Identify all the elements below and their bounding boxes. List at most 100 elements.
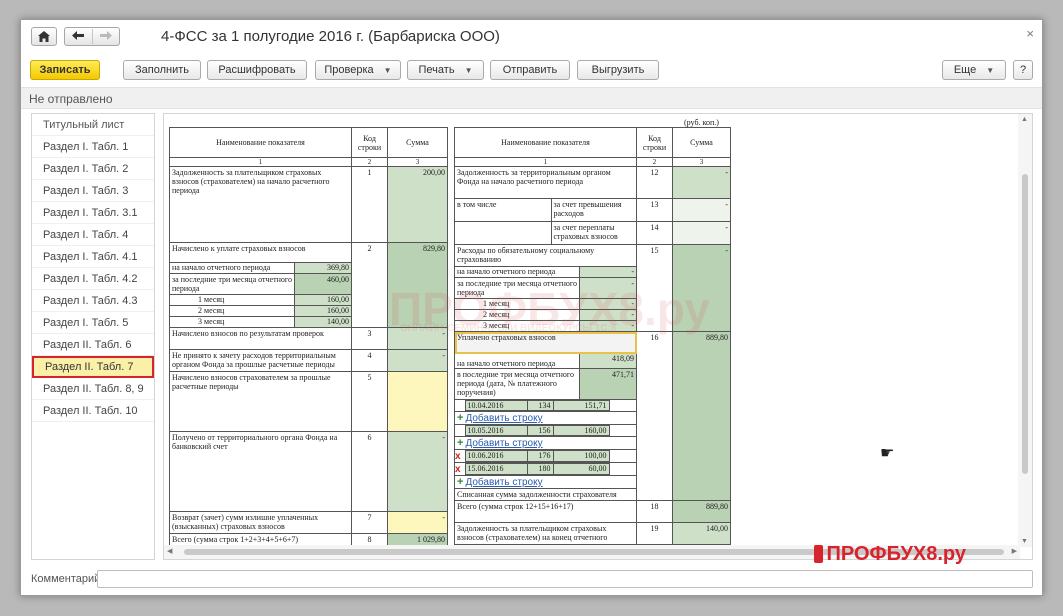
scroll-right-icon[interactable]: ▶	[1012, 547, 1017, 555]
sidebar-item-s1-t2[interactable]: Раздел I. Табл. 2	[32, 158, 154, 180]
cell-sum[interactable]: -	[579, 267, 636, 277]
sub-row: 1 месяц -	[454, 298, 637, 310]
check-button[interactable]: Проверка ▼	[315, 60, 401, 80]
cell-sum-input[interactable]	[387, 371, 448, 432]
check-label: Проверка	[324, 64, 374, 76]
cell-sum[interactable]: -	[672, 221, 731, 245]
add-row-link[interactable]: Добавить строку	[465, 438, 542, 449]
back-button[interactable]	[65, 30, 92, 43]
window-title: 4-ФСС за 1 полугодие 2016 г. (Барбариска…	[161, 28, 500, 45]
more-button[interactable]: Еще ▼	[942, 60, 1006, 80]
cell-sum[interactable]: -	[579, 310, 636, 320]
cell-sum[interactable]: -	[672, 244, 731, 332]
sidebar-item-title-page[interactable]: Титульный лист	[32, 114, 154, 136]
row-label: за последние три месяца отчетного период…	[455, 278, 581, 298]
delete-icon[interactable]: x	[456, 464, 466, 475]
row-label: в последние три месяца отчетного периода…	[455, 369, 581, 399]
sidebar-item-s1-t3[interactable]: Раздел I. Табл. 3	[32, 180, 154, 202]
row-label: Расходы по обязательному социальному стр…	[454, 244, 637, 267]
payment-number[interactable]: 134	[526, 400, 554, 411]
cell-sum[interactable]: -	[672, 198, 731, 222]
payment-sum[interactable]: 60,00	[552, 463, 610, 475]
add-row-link[interactable]: Добавить строку	[465, 413, 542, 424]
payment-sum[interactable]: 151,71	[552, 400, 610, 411]
payment-sum[interactable]: 100,00	[552, 450, 610, 462]
plus-icon[interactable]: +	[457, 438, 463, 449]
cell-sum[interactable]: 418,09	[579, 354, 636, 368]
payment-date[interactable]: 10.05.2016	[464, 425, 528, 436]
help-button[interactable]: ?	[1013, 60, 1033, 80]
send-button[interactable]: Отправить	[490, 60, 570, 80]
decode-button[interactable]: Расшифровать	[207, 60, 307, 80]
sidebar-item-s1-t4-1[interactable]: Раздел I. Табл. 4.1	[32, 246, 154, 268]
row-code: 6	[351, 431, 388, 512]
payment-date[interactable]: 10.06.2016	[464, 450, 528, 462]
cell-sum[interactable]: -	[387, 349, 448, 372]
cell-sum[interactable]: 160,00	[294, 295, 351, 305]
sidebar-item-s2-t10[interactable]: Раздел II. Табл. 10	[32, 400, 154, 422]
scroll-up-icon[interactable]: ▲	[1021, 116, 1028, 123]
cell-sum[interactable]: -	[387, 327, 448, 350]
delete-icon[interactable]: x	[456, 451, 466, 462]
payment-number[interactable]: 156	[526, 425, 554, 436]
fill-button[interactable]: Заполнить	[123, 60, 201, 80]
sidebar-item-s2-t7[interactable]: Раздел II. Табл. 7	[32, 356, 154, 378]
cell-sum[interactable]: 200,00	[387, 166, 448, 243]
scroll-thumb[interactable]	[1022, 174, 1028, 474]
cell-sum[interactable]: 140,00	[672, 522, 731, 545]
save-button[interactable]: Записать	[30, 60, 100, 80]
sidebar-item-s1-t5[interactable]: Раздел I. Табл. 5	[32, 312, 154, 334]
col-number: 1	[454, 157, 637, 167]
cell-sum-input[interactable]: -	[387, 511, 448, 534]
payment-number[interactable]: 180	[526, 463, 554, 475]
sub-row: на начало отчетного периода 369,80	[169, 262, 352, 274]
sub-row: 3 месяц 140,00	[169, 316, 352, 328]
row-label-selected[interactable]: Уплачено страховых взносов	[454, 331, 637, 354]
hand-cursor-icon: ☛	[880, 445, 895, 462]
cell-sum[interactable]: 829,80	[387, 242, 448, 328]
payment-row: 10.04.2016 134 151,71	[454, 399, 637, 412]
add-row-link[interactable]: Добавить строку	[465, 477, 542, 488]
cell-sum[interactable]: 460,00	[294, 274, 351, 294]
payment-date[interactable]: 15.06.2016	[464, 463, 528, 475]
sub-row: в том числе за счет превышения расходов	[454, 198, 637, 222]
sub-row: за счет переплаты страховых взносов	[454, 221, 637, 245]
cell-sum[interactable]: 369,80	[294, 263, 351, 273]
scroll-down-icon[interactable]: ▼	[1021, 538, 1028, 545]
scroll-left-icon[interactable]: ◀	[167, 547, 172, 555]
vertical-scrollbar[interactable]: ▲ ▼	[1018, 114, 1032, 547]
cell-sum[interactable]: 889,80	[672, 331, 731, 501]
comment-input[interactable]	[97, 570, 1033, 588]
sidebar-item-s1-t4[interactable]: Раздел I. Табл. 4	[32, 224, 154, 246]
cell-sum[interactable]: 471,71	[579, 369, 636, 399]
cell-sum[interactable]: -	[579, 321, 636, 331]
plus-icon[interactable]: +	[457, 413, 463, 424]
payment-number[interactable]: 176	[526, 450, 554, 462]
upload-button[interactable]: Выгрузить	[577, 60, 659, 80]
print-button[interactable]: Печать ▼	[407, 60, 484, 80]
report-content[interactable]: (руб. коп.) Наименование показателя Код …	[163, 113, 1033, 560]
cell-sum[interactable]: -	[672, 166, 731, 199]
close-icon[interactable]: ×	[1026, 26, 1034, 41]
cell-sum[interactable]: -	[387, 431, 448, 512]
sidebar-item-s1-t4-2[interactable]: Раздел I. Табл. 4.2	[32, 268, 154, 290]
cell-sum[interactable]: -	[579, 278, 636, 298]
plus-icon[interactable]: +	[457, 477, 463, 488]
cell-sum[interactable]: 160,00	[294, 306, 351, 316]
col-number: 2	[351, 157, 388, 167]
cell-sum[interactable]: -	[579, 299, 636, 309]
sidebar-item-s1-t1[interactable]: Раздел I. Табл. 1	[32, 136, 154, 158]
payment-sum[interactable]: 160,00	[552, 425, 610, 436]
sidebar-item-s2-t8-9[interactable]: Раздел II. Табл. 8, 9	[32, 378, 154, 400]
sidebar-item-s1-t3-1[interactable]: Раздел I. Табл. 3.1	[32, 202, 154, 224]
payment-date[interactable]: 10.04.2016	[464, 400, 528, 411]
row-code: 5	[351, 371, 388, 432]
cell-sum[interactable]: 140,00	[294, 317, 351, 327]
forward-button[interactable]	[93, 30, 120, 43]
row-label: Задолженность за плательщиком страховых …	[454, 522, 637, 545]
row-label: Начислено взносов по результатам проверо…	[169, 327, 352, 350]
cell-sum[interactable]: 889,80	[672, 500, 731, 523]
sidebar-item-s1-t4-3[interactable]: Раздел I. Табл. 4.3	[32, 290, 154, 312]
home-button[interactable]	[31, 27, 57, 46]
sidebar-item-s2-t6[interactable]: Раздел II. Табл. 6	[32, 334, 154, 356]
